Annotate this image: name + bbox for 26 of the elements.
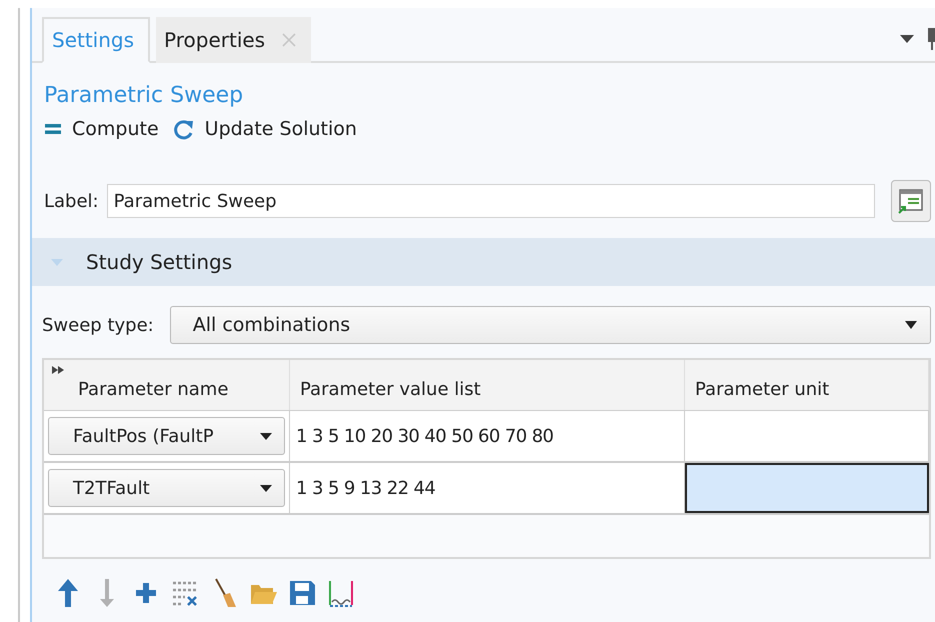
column-header: Parameter unit	[685, 360, 929, 410]
caret-icon	[260, 432, 272, 440]
table-cell[interactable]: 1 3 5 10 20 30 40 50 60 70 80	[290, 411, 685, 461]
equals-icon	[44, 123, 62, 135]
caret-icon	[904, 321, 918, 329]
double-arrow-icon[interactable]	[52, 366, 64, 374]
pin-icon[interactable]	[927, 28, 935, 50]
panel-title: Parametric Sweep	[44, 83, 244, 108]
parameter-dropdown[interactable]: FaultPos (FaultP	[48, 417, 285, 455]
field-label: Label:	[44, 190, 99, 212]
dropdown-icon[interactable]	[899, 34, 915, 44]
notes-icon	[897, 187, 925, 215]
update-solution-button[interactable]: Update Solution	[172, 114, 363, 144]
column-header: Parameter name	[44, 360, 290, 410]
column-header: Parameter value list	[290, 360, 685, 410]
parameter-dropdown[interactable]: T2TFault	[48, 469, 285, 507]
label-input[interactable]: Parametric Sweep	[106, 184, 875, 218]
section-header[interactable]: Study Settings	[32, 238, 935, 286]
tab[interactable]: Properties	[156, 17, 312, 63]
compute-button[interactable]: Compute	[44, 114, 165, 144]
refresh-icon	[172, 118, 195, 140]
sweep-type-dropdown[interactable]: All combinations	[170, 306, 931, 344]
notes-button[interactable]	[891, 180, 931, 222]
field-label: Sweep type:	[42, 314, 154, 336]
table-cell[interactable]	[685, 463, 929, 513]
caret-icon	[260, 484, 272, 492]
